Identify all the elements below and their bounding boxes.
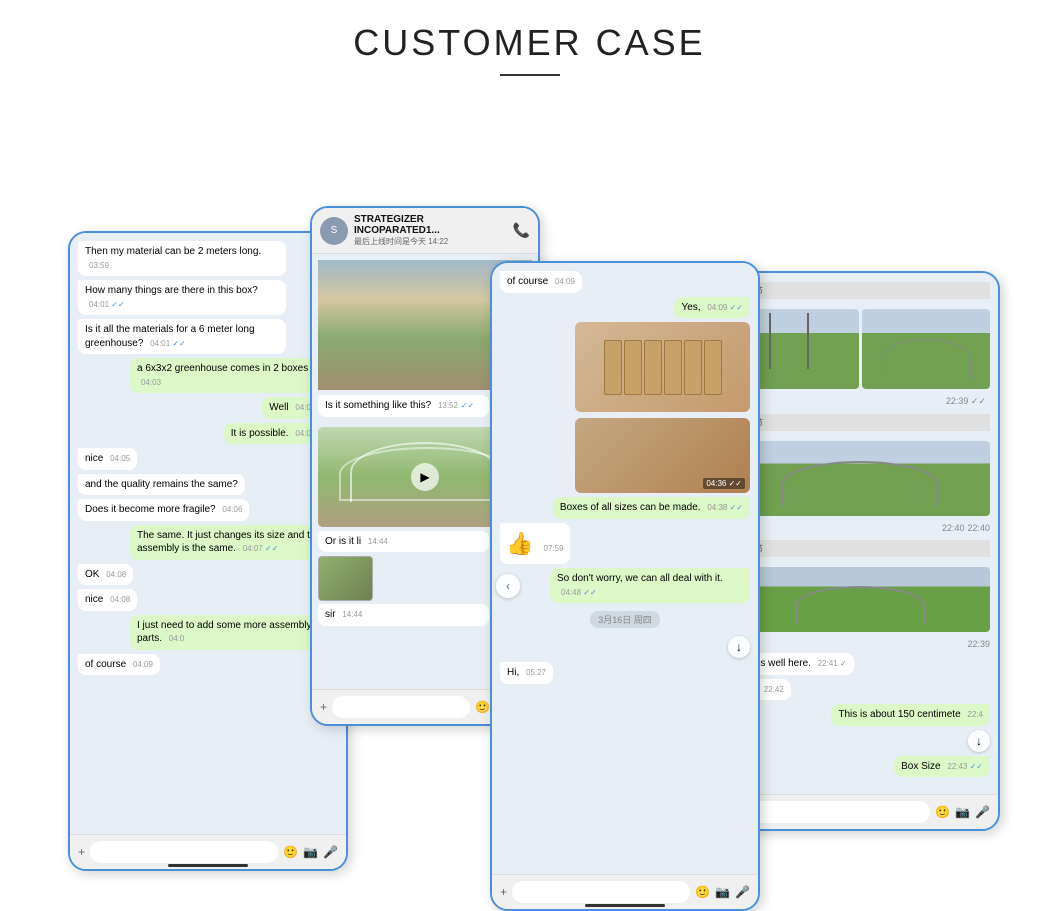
chat-screenshot-1: Then my material can be 2 meters long. 0…: [68, 231, 348, 871]
section-3-images: [730, 309, 990, 389]
section-label-5: 第五节: [730, 414, 990, 431]
home-indicator-1: [168, 864, 248, 867]
message-input-3[interactable]: [512, 881, 690, 903]
chat-area-4: 第三节 22:39 ✓✓ 第五节: [722, 273, 998, 829]
image-time: 04:36 ✓✓: [703, 478, 745, 489]
message-input-4[interactable]: [730, 801, 930, 823]
chat-area-3: of course 04:09 Yes, 04:09 ✓✓ 04:36 ✓✓: [492, 263, 758, 909]
chat-area-1: Then my material can be 2 meters long. 0…: [70, 233, 346, 869]
plus-icon-2[interactable]: +: [320, 700, 327, 714]
message-is-it: Is it something like this? 13:52 ✓✓: [318, 395, 489, 417]
chat-screenshot-4: 第三节 22:39 ✓✓ 第五节: [720, 271, 1000, 831]
section-label-3: 第三节: [730, 282, 990, 299]
time-22-39-2: 22:39: [967, 639, 990, 649]
list-item: The same. It just changes its size and t…: [130, 525, 338, 560]
chat-messages-3: of course 04:09 Yes, 04:09 ✓✓ 04:36 ✓✓: [492, 263, 758, 690]
list-item: nice 04:08: [78, 589, 137, 611]
chat-header-info-2: STRATEGIZER INCOPARATED1... 最后上线时间是今天 14…: [354, 214, 507, 247]
field-image-2: [862, 309, 991, 389]
message-sir: sir 14:44: [318, 604, 489, 626]
list-item: Is it all the materials for a 6 meter lo…: [78, 319, 286, 354]
chat-messages-4: 第三节 22:39 ✓✓ 第五节: [722, 273, 998, 783]
phone-icon[interactable]: 📞: [513, 222, 530, 239]
scroll-down-icon[interactable]: ↓: [728, 636, 750, 658]
list-item: So don't worry, we can all deal with it.…: [550, 568, 750, 603]
list-item: Box Size 22:43 ✓✓: [894, 756, 990, 778]
boxes-image-2-container: 04:36 ✓✓: [575, 418, 750, 493]
field-image-6: [730, 567, 990, 632]
list-item: Does it become more fragile? 04:06: [78, 499, 249, 521]
list-item: of course 04:09: [78, 654, 160, 676]
section-label-6: 第六节: [730, 540, 990, 557]
emoji-icon[interactable]: 🙂: [283, 845, 298, 859]
mic-icon[interactable]: 🎤: [323, 845, 338, 859]
times-22-40: 22:4022:40: [942, 523, 990, 533]
boxes-image-2: 04:36 ✓✓: [575, 418, 750, 493]
list-item: I just need to add some more assembly pa…: [130, 615, 338, 650]
contact-name-2: STRATEGIZER INCOPARATED1...: [354, 214, 507, 236]
camera-icon-4[interactable]: 📷: [955, 805, 970, 819]
play-button-2[interactable]: ▶: [411, 463, 439, 491]
list-item: a 6x3x2 greenhouse comes in 2 boxes 04:0…: [130, 358, 338, 393]
chat-footer-4: 🙂 📷 🎤: [722, 794, 998, 829]
message-input-2[interactable]: [332, 696, 470, 718]
last-online-2: 最后上线时间是今天 14:22: [354, 236, 507, 247]
date-divider: 3月16日 周四: [590, 611, 660, 628]
field-image-5: [730, 441, 990, 516]
thumb-img-1: [318, 556, 373, 601]
list-item: Boxes of all sizes can be made. 04:38 ✓✓: [553, 497, 750, 519]
chat-header-2: S STRATEGIZER INCOPARATED1... 最后上线时间是今天 …: [312, 208, 538, 254]
list-item: of course 04:09: [500, 271, 582, 293]
message-input-1[interactable]: [90, 841, 278, 863]
home-indicator-3: [585, 904, 665, 907]
title-underline: [500, 74, 560, 76]
scroll-left-arrow[interactable]: ‹: [496, 574, 520, 598]
list-item: This is about 150 centimete 22:4: [831, 704, 990, 726]
time-22-39: 22:39 ✓✓: [946, 396, 986, 407]
scroll-down-icon-4[interactable]: ↓: [968, 730, 990, 752]
list-item: Then my material can be 2 meters long. 0…: [78, 241, 286, 276]
screenshots-container: Then my material can be 2 meters long. 0…: [0, 106, 1059, 866]
boxes-image-1: [575, 322, 750, 412]
list-item: and the quality remains the same?: [78, 474, 245, 496]
mic-icon-3[interactable]: 🎤: [735, 885, 750, 899]
chat-screenshot-3: of course 04:09 Yes, 04:09 ✓✓ 04:36 ✓✓: [490, 261, 760, 911]
emoji-icon-4[interactable]: 🙂: [935, 805, 950, 819]
message-or-is-it: Or is it li 14:44: [318, 531, 489, 553]
emoji-icon-3[interactable]: 🙂: [695, 885, 710, 899]
emoji-icon-2[interactable]: 🙂: [475, 700, 490, 714]
mic-icon-4[interactable]: 🎤: [975, 805, 990, 819]
list-item: Yes, 04:09 ✓✓: [674, 297, 750, 319]
thumb-up-message: 👍 07:59: [500, 523, 570, 565]
plus-icon[interactable]: +: [78, 845, 85, 859]
list-item: nice 04:05: [78, 448, 137, 470]
page-title: CUSTOMER CASE: [0, 0, 1059, 74]
list-item: Hi, 05:27: [500, 662, 553, 684]
chat-messages-1: Then my material can be 2 meters long. 0…: [70, 233, 346, 681]
camera-icon[interactable]: 📷: [303, 845, 318, 859]
camera-icon-3[interactable]: 📷: [715, 885, 730, 899]
plus-icon-3[interactable]: +: [500, 885, 507, 899]
list-item: How many things are there in this box? 0…: [78, 280, 286, 315]
list-item: OK 04:08: [78, 564, 133, 586]
avatar-2: S: [320, 217, 348, 245]
boxes-image-container: [575, 322, 750, 412]
